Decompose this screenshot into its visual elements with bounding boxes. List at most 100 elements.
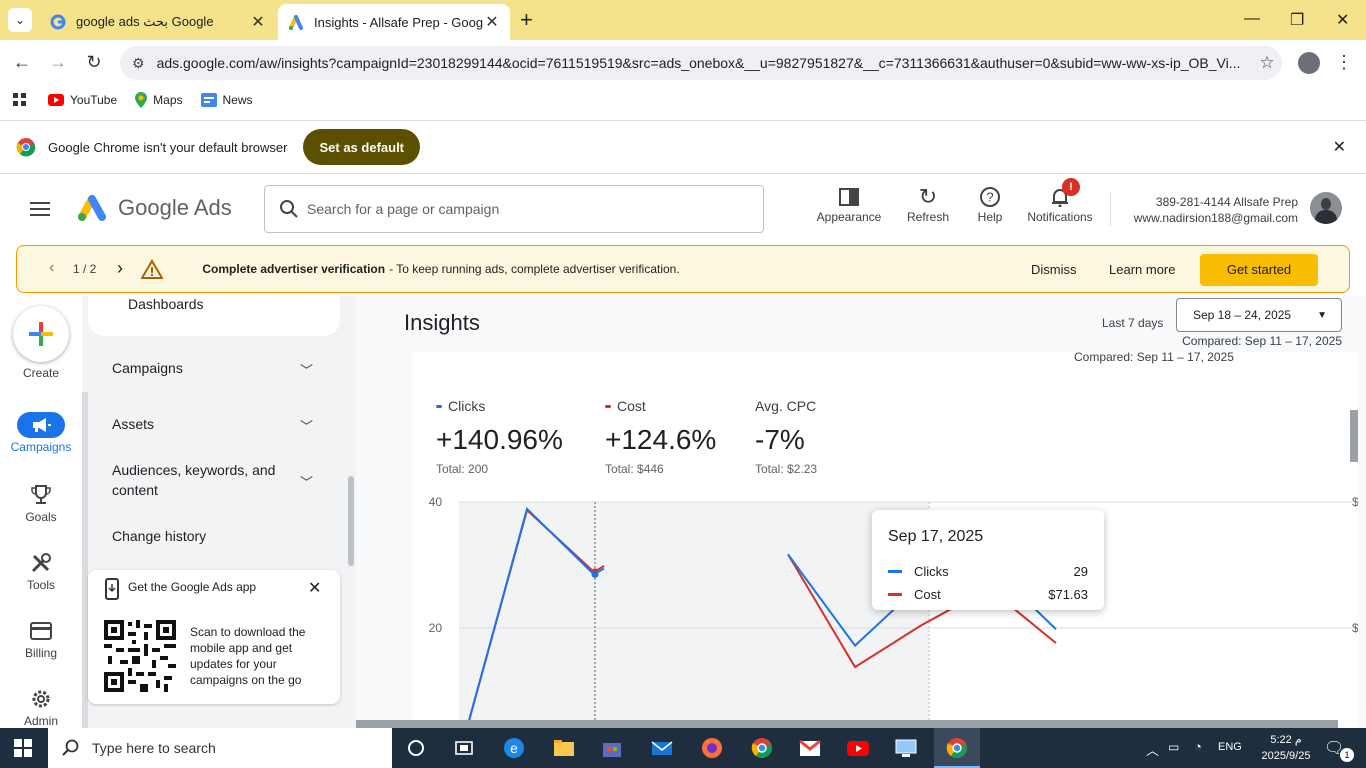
notification-count: 1 xyxy=(1340,748,1354,762)
avatar[interactable] xyxy=(1310,192,1342,224)
set-default-button[interactable]: Set as default xyxy=(303,129,421,165)
language-indicator[interactable]: ENG xyxy=(1218,741,1242,753)
google-icon xyxy=(50,14,66,30)
account-email: www.nadirsion188@gmail.com xyxy=(1133,211,1298,225)
rail-goals[interactable]: Goals xyxy=(0,480,82,524)
chevron-down-icon[interactable]: ﹀ xyxy=(300,416,313,435)
account-info[interactable]: 389-281-4144 Allsafe Prep www.nadirsion1… xyxy=(1134,194,1298,226)
get-started-button[interactable]: Get started xyxy=(1200,254,1318,286)
refresh-button[interactable]: ↻ Refresh xyxy=(900,184,956,224)
tooltip-name: Cost xyxy=(914,587,941,602)
nav-assets[interactable]: Assets xyxy=(112,416,154,432)
performance-card: Compared: Sep 11 – 17, 2025 Clicks +140.… xyxy=(412,350,1358,728)
chrome-icon[interactable] xyxy=(750,736,774,760)
chevron-left-icon[interactable]: ‹ xyxy=(49,259,54,277)
tooltip-date: Sep 17, 2025 xyxy=(888,528,984,545)
bookmark-news[interactable]: News xyxy=(200,93,253,107)
create-button[interactable] xyxy=(13,306,69,362)
close-icon[interactable]: ✕ xyxy=(250,12,266,32)
bookmark-star-icon[interactable]: ☆ xyxy=(1252,53,1282,73)
chevron-down-icon[interactable]: ﹀ xyxy=(300,360,313,379)
gmail-icon[interactable] xyxy=(798,736,822,760)
dismiss-button[interactable]: Dismiss xyxy=(1031,262,1077,277)
nav-dashboards[interactable]: Dashboards xyxy=(128,296,204,312)
metric-clicks[interactable]: Clicks +140.96% Total: 200 xyxy=(436,398,563,476)
forward-icon[interactable]: → xyxy=(46,52,70,73)
new-tab-button[interactable]: + xyxy=(520,8,533,32)
rail-label: Tools xyxy=(26,578,55,592)
battery-icon[interactable]: ▭ xyxy=(1168,740,1179,754)
header-divider xyxy=(1110,192,1111,226)
taskbar-search[interactable]: Type here to search xyxy=(48,728,392,768)
plus-icon xyxy=(29,322,53,346)
nav-campaigns[interactable]: Campaigns xyxy=(112,360,183,376)
rail-billing[interactable]: Billing xyxy=(0,616,82,660)
rail-admin[interactable]: Admin xyxy=(0,684,82,728)
windows-start-icon[interactable] xyxy=(14,739,32,757)
task-view-icon[interactable] xyxy=(404,736,428,760)
profile-avatar[interactable] xyxy=(1298,52,1320,74)
tab-google-search[interactable]: google ads بحث Google ✕ xyxy=(40,4,276,40)
tab-insights[interactable]: Insights - Allsafe Prep - Google ✕ xyxy=(278,4,510,40)
help-label: Help xyxy=(977,210,1003,224)
horizontal-scrollbar[interactable] xyxy=(356,720,1338,728)
bookmark-maps[interactable]: Maps xyxy=(135,92,183,108)
cost-swatch xyxy=(888,593,902,596)
dashboards-card[interactable]: Dashboards xyxy=(88,296,340,336)
restore-icon[interactable]: ❐ xyxy=(1290,10,1304,30)
remote-desktop-icon[interactable] xyxy=(894,736,918,760)
apps-grid-icon[interactable] xyxy=(12,92,28,108)
back-icon[interactable]: ← xyxy=(10,52,34,73)
metric-avg-cpc[interactable]: Avg. CPC -7% Total: $2.23 xyxy=(755,398,817,476)
date-range-select[interactable]: Sep 18 – 24, 2025 ▼ xyxy=(1176,298,1342,332)
close-icon[interactable]: ✕ xyxy=(1333,137,1346,157)
tab-search-button[interactable]: ⌄ xyxy=(8,8,32,32)
vertical-scrollbar[interactable] xyxy=(1350,410,1358,462)
close-icon[interactable]: ✕ xyxy=(308,578,321,598)
chevron-down-icon[interactable]: ﹀ xyxy=(300,472,313,491)
minimize-icon[interactable]: — xyxy=(1244,10,1260,28)
firefox-icon[interactable] xyxy=(700,736,724,760)
nav-audiences-line1[interactable]: Audiences, keywords, and xyxy=(112,462,275,478)
wifi-icon[interactable]: ◔ xyxy=(1194,739,1202,754)
mail-icon[interactable] xyxy=(650,736,674,760)
widgets-icon[interactable] xyxy=(452,736,476,760)
window-close-icon[interactable]: ✕ xyxy=(1336,10,1349,30)
plot-area xyxy=(459,502,929,728)
clock[interactable]: 5:22 م 2025/9/25 xyxy=(1256,732,1316,764)
metric-cost[interactable]: Cost +124.6% Total: $446 xyxy=(605,398,716,476)
bookmark-youtube[interactable]: YouTube xyxy=(48,93,117,107)
google-ads-logo[interactable]: Google Ads xyxy=(76,194,232,222)
file-explorer-icon[interactable] xyxy=(552,736,576,760)
youtube-icon[interactable] xyxy=(846,736,870,760)
nav-audiences-line2[interactable]: content xyxy=(112,482,158,498)
store-icon[interactable] xyxy=(600,736,624,760)
menu-icon[interactable] xyxy=(30,202,50,220)
menu-kebab-icon[interactable]: ⋮ xyxy=(1332,52,1356,73)
active-chrome-taskbar-item[interactable] xyxy=(934,728,980,768)
y2-tick-label: $ xyxy=(1352,621,1358,635)
nav-scrollbar[interactable] xyxy=(348,476,354,566)
site-settings-icon[interactable]: ⚙ xyxy=(132,55,145,72)
tray-chevron-icon[interactable]: ︿ xyxy=(1146,740,1159,759)
cost-swatch xyxy=(605,404,611,408)
chevron-right-icon[interactable]: › xyxy=(117,258,123,279)
reload-icon[interactable]: ↻ xyxy=(82,52,106,73)
notifications-button[interactable]: ! Notifications xyxy=(1020,178,1100,224)
close-icon[interactable]: ✕ xyxy=(484,12,500,32)
appearance-button[interactable]: Appearance xyxy=(812,184,886,224)
help-button[interactable]: ? Help xyxy=(970,184,1010,224)
rail-label: Billing xyxy=(24,646,57,660)
svg-text:e: e xyxy=(510,740,518,756)
hover-point-clicks xyxy=(591,570,599,578)
clock-time: 5:22 م xyxy=(1270,734,1302,746)
app-download-card: Get the Google Ads app ✕ Scan to downloa… xyxy=(88,570,340,704)
url-text[interactable]: ads.google.com/aw/insights?campaignId=23… xyxy=(157,55,1252,71)
learn-more-button[interactable]: Learn more xyxy=(1109,262,1175,277)
address-bar[interactable]: ⚙ ads.google.com/aw/insights?campaignId=… xyxy=(120,46,1282,80)
rail-tools[interactable]: Tools xyxy=(0,548,82,592)
nav-change-history[interactable]: Change history xyxy=(112,528,206,544)
rail-campaigns[interactable]: Campaigns xyxy=(0,410,82,454)
search-input[interactable]: Search for a page or campaign xyxy=(264,185,764,233)
edge-icon[interactable]: e xyxy=(502,736,526,760)
